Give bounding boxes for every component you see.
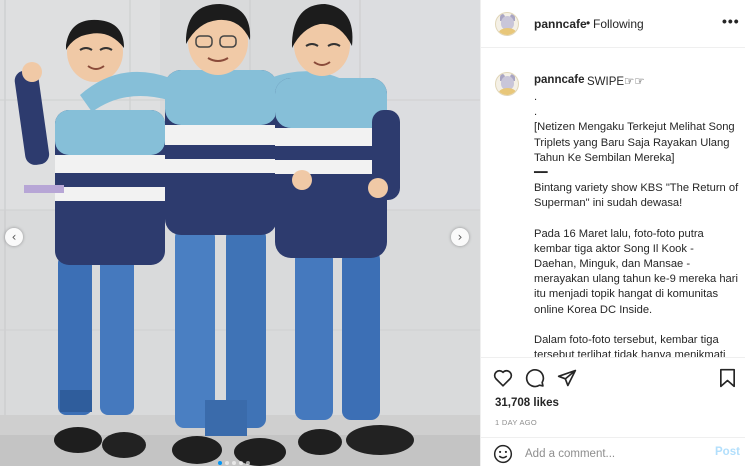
caption-paragraph: Pada 16 Maret lalu, foto-foto putra kemb…	[534, 227, 738, 316]
comment-icon[interactable]	[525, 368, 545, 393]
username-link[interactable]: panncafe	[534, 17, 587, 31]
post-actions: 31,708 likes 1 DAY AGO Post	[481, 357, 745, 466]
caption-paragraph: Dalam foto-foto tersebut, kembar tiga te…	[534, 333, 726, 357]
slide-dot	[239, 461, 243, 465]
caption-paragraph: . . [Netizen Mengaku Terkejut Melihat So…	[534, 91, 735, 180]
slide-indicator	[218, 461, 250, 465]
caption-username-link[interactable]: panncafe	[534, 74, 585, 86]
post-details-panel: panncafe • Following ••• panncafe SWIPE☞…	[480, 0, 745, 466]
slide-dot	[246, 461, 250, 465]
caption-area[interactable]: panncafe SWIPE☞☞ . . [Netizen Mengaku Te…	[481, 60, 745, 357]
slide-dot	[232, 461, 236, 465]
avatar[interactable]	[495, 12, 519, 36]
post-header: panncafe • Following •••	[481, 0, 745, 48]
post-comment-button[interactable]: Post	[715, 446, 740, 458]
slide-dot	[218, 461, 222, 465]
add-comment-row: Post	[481, 437, 745, 467]
chevron-right-icon: ›	[457, 230, 463, 244]
caption-text: . . [Netizen Mengaku Terkejut Melihat So…	[534, 90, 739, 357]
comment-input[interactable]	[525, 446, 695, 462]
following-button[interactable]: Following	[593, 17, 644, 31]
chevron-left-icon: ‹	[11, 230, 17, 244]
separator-dot: •	[586, 16, 591, 30]
post-timestamp[interactable]: 1 DAY AGO	[495, 418, 537, 427]
post-photo[interactable]: ‹ ›	[0, 0, 480, 466]
previous-slide-button[interactable]: ‹	[5, 228, 23, 246]
likes-count[interactable]: 31,708 likes	[495, 397, 559, 409]
avatar[interactable]	[495, 72, 519, 96]
share-icon[interactable]	[557, 368, 577, 393]
bookmark-icon[interactable]	[719, 368, 736, 393]
heart-icon[interactable]	[493, 368, 513, 392]
photo-illustration	[0, 0, 480, 466]
caption-paragraph: Bintang variety show KBS "The Return of …	[534, 182, 739, 210]
slide-dot	[225, 461, 229, 465]
next-slide-button[interactable]: ›	[451, 228, 469, 246]
emoji-icon[interactable]	[493, 444, 513, 469]
caption-first-line: SWIPE☞☞	[587, 76, 645, 88]
more-options-icon[interactable]: •••	[722, 13, 740, 29]
